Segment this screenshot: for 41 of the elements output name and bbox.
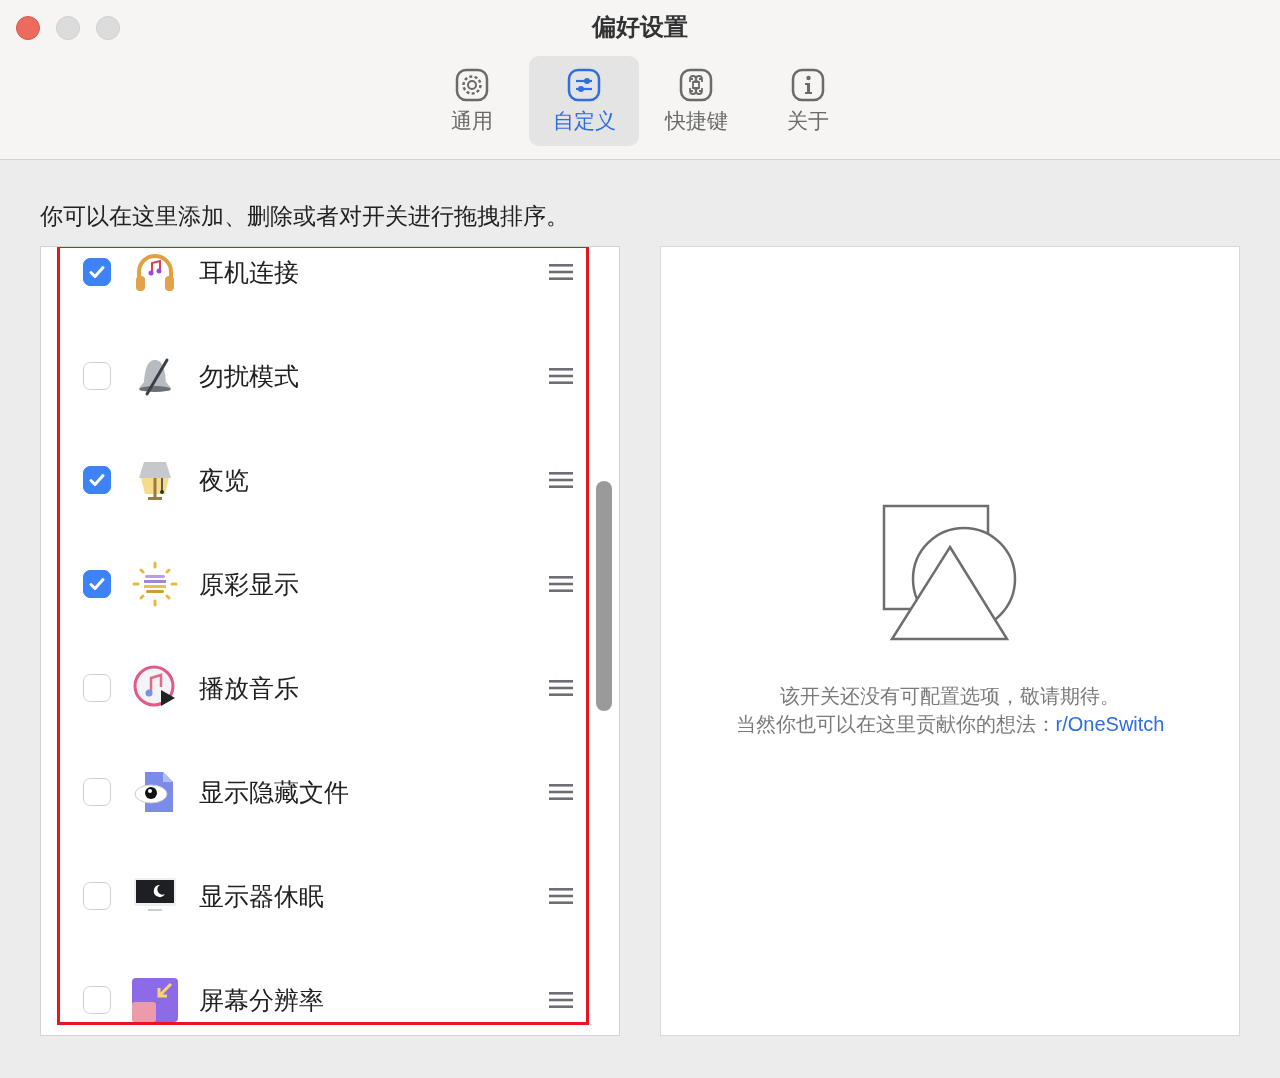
checkbox[interactable] (83, 882, 111, 910)
checkbox[interactable] (83, 258, 111, 286)
toolbar-tab[interactable]: 通用 (417, 56, 527, 146)
sun-icon (131, 560, 179, 608)
close-button[interactable] (16, 16, 40, 40)
drag-handle-icon[interactable] (549, 887, 573, 905)
checkbox[interactable] (83, 674, 111, 702)
window-title: 偏好设置 (592, 12, 688, 42)
command-key-icon (678, 67, 714, 103)
switch-label: 显示隐藏文件 (199, 776, 350, 808)
scrollbar-thumb[interactable] (596, 481, 612, 711)
empty-state-message: 该开关还没有可配置选项，敬请期待。 (780, 684, 1120, 709)
checkbox[interactable] (83, 778, 111, 806)
checkbox[interactable] (83, 570, 111, 598)
drag-handle-icon[interactable] (549, 575, 573, 593)
switch-label: 夜览 (199, 464, 250, 496)
community-link[interactable]: r/OneSwitch (1055, 713, 1165, 735)
drag-handle-icon[interactable] (549, 991, 573, 1009)
contribute-text: 当然你也可以在这里贡献你的想法：r/OneSwitch (735, 712, 1165, 737)
drag-handle-icon[interactable] (549, 783, 573, 801)
switch-label: 屏幕分辨率 (199, 984, 325, 1016)
switch-label: 播放音乐 (199, 672, 300, 704)
window-resize-icon (131, 976, 179, 1024)
gear-icon (454, 67, 490, 103)
checkbox[interactable] (83, 466, 111, 494)
switch-label: 勿扰模式 (199, 360, 300, 392)
switch-label: 显示器休眠 (199, 880, 325, 912)
drag-handle-icon[interactable] (549, 679, 573, 697)
drag-handle-icon[interactable] (549, 263, 573, 281)
toolbar-tab[interactable]: 关于 (753, 56, 863, 146)
checkbox[interactable] (83, 986, 111, 1014)
checkbox[interactable] (83, 362, 111, 390)
instruction-text: 你可以在这里添加、删除或者对开关进行拖拽排序。 (40, 202, 570, 231)
toolbar-tab[interactable]: 自定义 (529, 56, 639, 146)
drag-handle-icon[interactable] (549, 471, 573, 489)
toolbar-tab[interactable]: 快捷键 (641, 56, 751, 146)
drag-handle-icon[interactable] (549, 367, 573, 385)
switch-label: 耳机连接 (199, 256, 300, 288)
sliders-icon (566, 67, 602, 103)
info-icon (790, 67, 826, 103)
switch-label: 原彩显示 (199, 568, 300, 600)
